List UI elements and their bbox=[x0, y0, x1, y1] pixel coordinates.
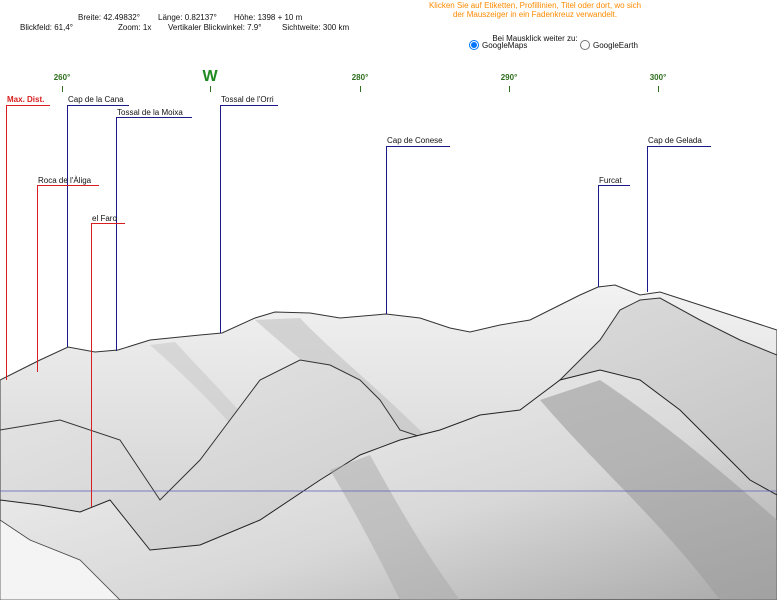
tossal-de-la-moixa-line bbox=[116, 117, 117, 351]
roca-de-laliga-line bbox=[37, 185, 38, 372]
furcat-line bbox=[598, 185, 599, 287]
tossal-de-lorri-bar bbox=[220, 105, 278, 106]
cap-de-la-cana-bar bbox=[67, 105, 129, 106]
max-distance-line bbox=[6, 105, 7, 380]
cap-de-la-cana-line bbox=[67, 105, 68, 347]
label-tossal-de-lorri[interactable]: Tossal de l'Orri bbox=[221, 95, 274, 104]
label-cap-de-gelada[interactable]: Cap de Gelada bbox=[648, 136, 702, 145]
cap-de-conese-bar bbox=[386, 146, 450, 147]
label-tossal-de-la-moixa[interactable]: Tossal de la Moixa bbox=[117, 108, 183, 117]
label-cap-de-la-cana[interactable]: Cap de la Cana bbox=[68, 95, 124, 104]
label-cap-de-conese[interactable]: Cap de Conese bbox=[387, 136, 443, 145]
label-el-faro[interactable]: el Faro bbox=[92, 214, 117, 223]
tossal-de-lorri-line bbox=[220, 105, 221, 333]
label-max-distance[interactable]: Max. Dist. bbox=[7, 95, 44, 104]
el-faro-bar bbox=[91, 223, 125, 224]
label-furcat[interactable]: Furcat bbox=[599, 176, 622, 185]
max-distance-bar bbox=[6, 105, 50, 106]
cap-de-gelada-bar bbox=[647, 146, 711, 147]
roca-de-laliga-bar bbox=[37, 185, 99, 186]
label-roca-de-laliga[interactable]: Roca de l'Àliga bbox=[38, 176, 91, 185]
cap-de-gelada-line bbox=[647, 146, 648, 292]
cap-de-conese-line bbox=[386, 146, 387, 314]
tossal-de-la-moixa-bar bbox=[116, 117, 192, 118]
el-faro-line bbox=[91, 223, 92, 507]
furcat-bar bbox=[598, 185, 630, 186]
